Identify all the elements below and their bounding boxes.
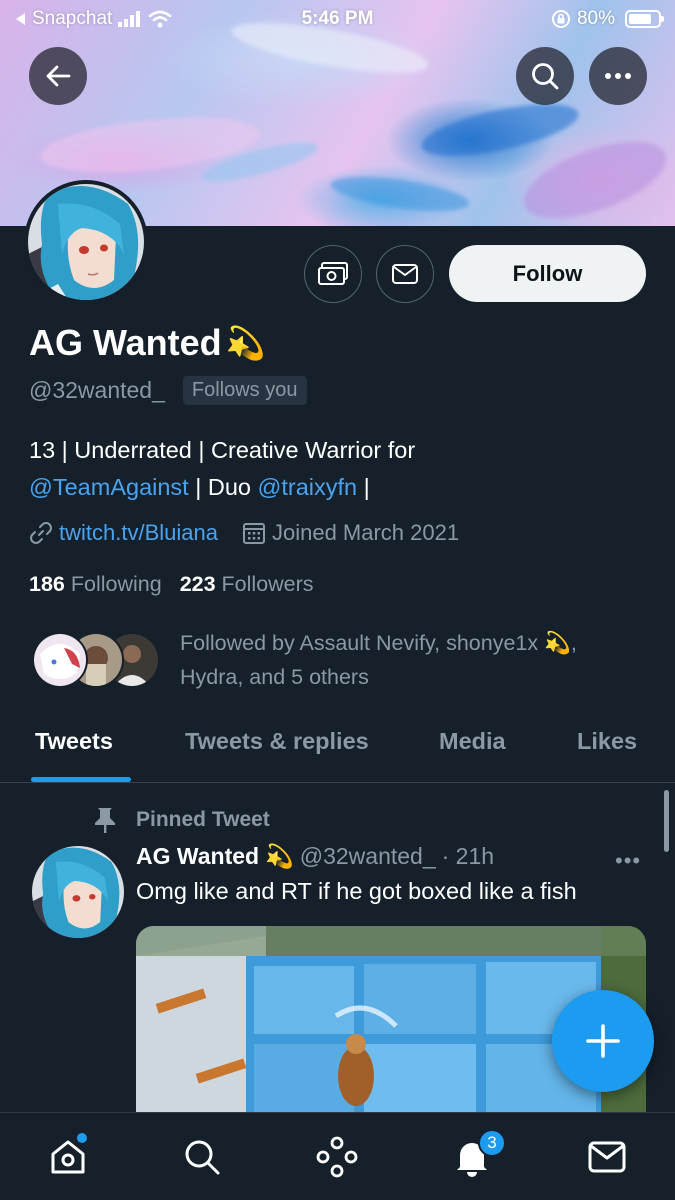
mention-teamagainst[interactable]: @TeamAgainst — [29, 474, 189, 500]
tweet-avatar[interactable] — [32, 846, 124, 938]
envelope-icon — [392, 264, 418, 284]
followers-count: 223 — [179, 572, 216, 596]
mention-traixyfn[interactable]: @traixyfn — [258, 474, 358, 500]
following-label: Following — [70, 572, 162, 596]
website-link[interactable]: twitch.tv/Bluiana — [29, 520, 218, 546]
dizzy-emoji: 💫 — [225, 325, 266, 361]
tab-tweets[interactable]: Tweets — [35, 728, 113, 755]
nav-search[interactable] — [180, 1135, 224, 1179]
pinned-text: Pinned Tweet — [136, 808, 270, 831]
followed-by-prefix: Followed by Assault Nevify, shonye1x — [180, 631, 545, 655]
money-icon — [318, 262, 348, 285]
tab-tweets-and-replies[interactable]: Tweets & replies — [185, 728, 369, 755]
profile-bio: 13 | Underrated | Creative Warrior for @… — [29, 432, 649, 506]
more-button[interactable] — [589, 47, 647, 105]
bio-end: | — [357, 474, 370, 500]
profile-handle: @32wanted_ — [29, 377, 165, 403]
notifications-badge: 3 — [478, 1129, 506, 1157]
back-button[interactable] — [29, 47, 87, 105]
search-icon — [532, 63, 559, 90]
compose-tweet-button[interactable] — [552, 990, 654, 1092]
envelope-icon — [588, 1141, 626, 1173]
profile-display-name: AG Wanted 💫 — [29, 322, 266, 364]
tab-likes[interactable]: Likes — [577, 728, 637, 755]
tweet-author-handle: @32wanted_ — [299, 843, 436, 869]
pin-icon — [95, 808, 115, 833]
tweet-author-name: AG Wanted — [136, 843, 260, 869]
tab-media[interactable]: Media — [439, 728, 506, 755]
followers-count-link[interactable]: 223 Followers — [180, 572, 314, 597]
anime-avatar-image — [32, 846, 124, 938]
new-content-dot — [77, 1133, 87, 1143]
calendar-icon — [242, 523, 265, 544]
joined-date: Joined March 2021 — [242, 520, 459, 546]
active-tab-indicator — [31, 777, 131, 782]
tip-jar-button[interactable] — [304, 245, 362, 303]
tweet-time: · 21h — [441, 843, 495, 869]
followed-by-text[interactable]: Followed by Assault Nevify, shonye1x 💫, … — [180, 626, 650, 694]
joined-text: Joined March 2021 — [271, 520, 460, 545]
search-icon — [185, 1140, 220, 1175]
spaces-icon — [316, 1136, 358, 1178]
followed-by-line2: Hydra, and 5 others — [180, 665, 369, 689]
website-text[interactable]: twitch.tv/Bluiana — [59, 520, 218, 546]
battery-percent: 80% — [576, 8, 615, 29]
orientation-lock-icon — [551, 10, 570, 28]
nav-spaces[interactable] — [315, 1135, 359, 1179]
bio-line-1: 13 | Underrated | Creative Warrior for — [29, 437, 416, 463]
nav-notifications[interactable]: 3 — [450, 1129, 506, 1179]
tweet-text: Omg like and RT if he got boxed like a f… — [136, 878, 577, 904]
bio-mid: | Duo — [188, 474, 258, 500]
arrow-left-icon — [46, 65, 71, 87]
message-button[interactable] — [376, 245, 434, 303]
tweet-header[interactable]: AG Wanted 💫 @32wanted_ · 21h — [136, 843, 494, 870]
battery-icon — [625, 10, 664, 28]
avatar — [32, 632, 88, 688]
profile-tabs: Tweets Tweets & replies Media Likes — [0, 716, 675, 783]
profile-avatar[interactable] — [24, 180, 148, 304]
pinned-tweet-label: Pinned Tweet — [92, 806, 270, 834]
status-bar: Snapchat 5:46 PM 80% — [0, 0, 675, 38]
more-horizontal-icon — [605, 73, 631, 79]
nav-home[interactable] — [46, 1133, 90, 1179]
dizzy-emoji: 💫 — [544, 631, 571, 655]
followed-by-comma: , — [570, 631, 577, 655]
home-icon — [51, 1140, 85, 1174]
dizzy-emoji: 💫 — [265, 843, 294, 869]
search-button[interactable] — [516, 47, 574, 105]
followed-by-avatars[interactable] — [32, 632, 162, 690]
follows-you-badge: Follows you — [182, 376, 307, 405]
following-count: 186 — [29, 572, 65, 596]
link-icon — [30, 522, 52, 544]
tweet-more-button[interactable]: ••• — [615, 848, 641, 874]
follow-button[interactable]: Follow — [449, 245, 646, 302]
nav-messages[interactable] — [585, 1135, 629, 1179]
display-name-text: AG Wanted — [29, 322, 222, 363]
scrollbar[interactable] — [664, 790, 669, 852]
bottom-navigation: 3 — [0, 1112, 675, 1200]
plus-icon — [586, 1024, 620, 1058]
followers-label: Followers — [221, 572, 314, 596]
anime-avatar-image — [28, 184, 144, 300]
following-count-link[interactable]: 186 Following — [29, 572, 162, 597]
